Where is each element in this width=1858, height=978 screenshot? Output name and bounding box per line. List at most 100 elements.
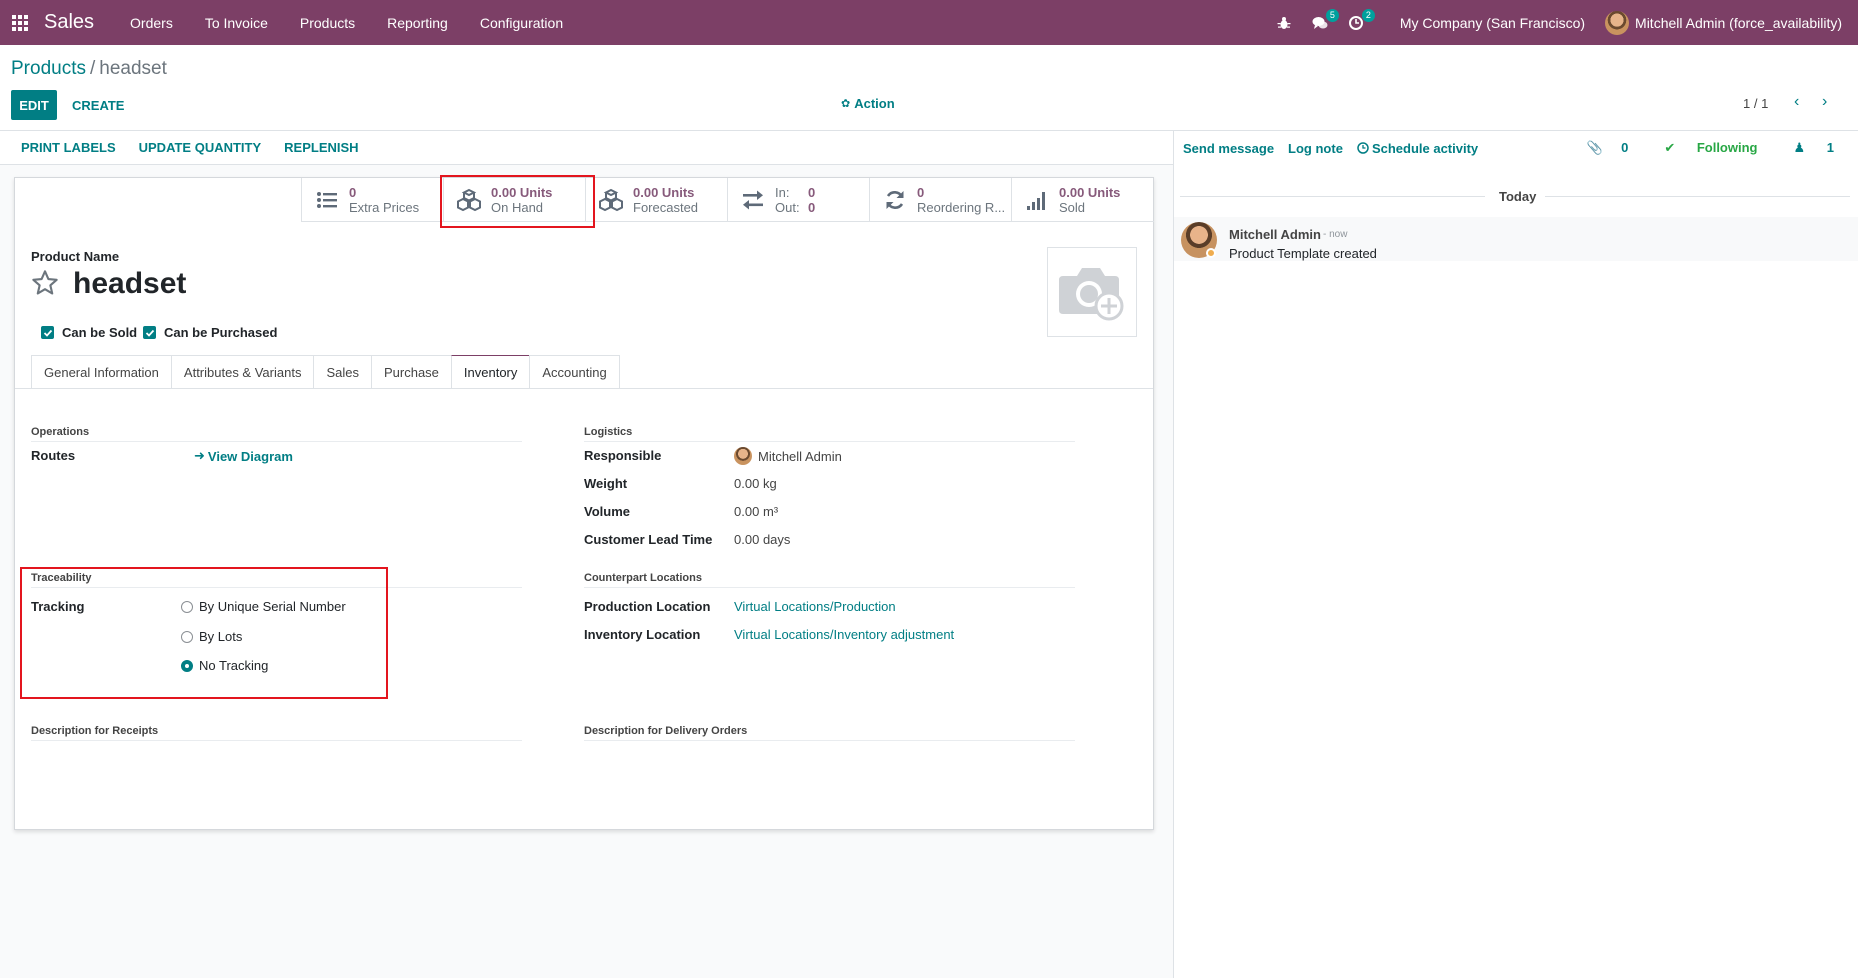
checkbox-checked-icon	[41, 326, 54, 339]
forecasted-smart-button[interactable]: 0.00 Units Forecasted	[585, 178, 727, 222]
tracking-lots-label: By Lots	[199, 629, 243, 644]
tracking-serial-radio[interactable]: By Unique Serial Number	[181, 599, 346, 614]
menu-orders[interactable]: Orders	[114, 0, 189, 45]
operations-divider	[31, 441, 522, 442]
messaging-icon[interactable]: 5	[1302, 0, 1339, 45]
log-note-button[interactable]: Log note	[1288, 141, 1343, 156]
view-diagram-button[interactable]: ➜ View Diagram	[194, 448, 293, 464]
message-author[interactable]: Mitchell Admin	[1229, 227, 1321, 242]
extra-prices-value: 0	[349, 185, 357, 200]
attachments-button[interactable]: 📎 0	[1587, 140, 1646, 156]
on-hand-smart-button[interactable]: 0.00 Units On Hand	[443, 178, 585, 222]
followers-button[interactable]: ♟ 1	[1793, 140, 1852, 156]
extra-prices-label: Extra Prices	[349, 200, 420, 215]
counterpart-divider	[584, 587, 1075, 588]
tabs-divider	[15, 388, 1153, 389]
tab-purchase[interactable]: Purchase	[370, 355, 452, 388]
tracking-lots-radio[interactable]: By Lots	[181, 629, 242, 644]
form-statusbar: PRINT LABELS UPDATE QUANTITY REPLENISH	[0, 131, 1173, 165]
product-name[interactable]: headset	[73, 267, 186, 301]
inventory-location-link[interactable]: Virtual Locations/Inventory adjustment	[734, 627, 954, 642]
reordering-value: 0	[917, 185, 925, 200]
tab-inventory[interactable]: Inventory	[450, 355, 531, 388]
volume-value: 0.00	[734, 504, 760, 519]
pager-value[interactable]: 1 / 1	[1743, 96, 1768, 111]
following-button[interactable]: ✔ Following	[1664, 140, 1775, 156]
list-icon	[314, 187, 340, 213]
user-name: Mitchell Admin (force_availability)	[1635, 14, 1842, 31]
breadcrumb-products[interactable]: Products	[11, 58, 86, 79]
print-labels-button[interactable]: PRINT LABELS	[21, 140, 116, 155]
extra-prices-smart-button[interactable]: 0 Extra Prices	[301, 178, 443, 222]
menu-to-invoice[interactable]: To Invoice	[189, 0, 284, 45]
out-label: Out:	[775, 200, 800, 215]
traceability-divider	[31, 587, 522, 588]
in-out-smart-button[interactable]: In: 0 Out: 0	[727, 178, 869, 222]
responsible-value: Mitchell Admin	[758, 448, 842, 464]
reordering-smart-button[interactable]: 0 Reordering R...	[869, 178, 1011, 222]
sold-value: 0.00 Units	[1059, 185, 1121, 200]
weight-field[interactable]: 0.00 kg	[734, 476, 777, 491]
reordering-label: Reordering R...	[917, 200, 1006, 215]
activity-clock-icon[interactable]: 2	[1338, 0, 1375, 45]
menu-configuration[interactable]: Configuration	[464, 0, 579, 45]
app-switcher-icon[interactable]	[0, 0, 40, 45]
lead-time-field[interactable]: 0.00 days	[734, 532, 790, 547]
today-divider-left	[1180, 196, 1485, 197]
exchange-icon	[740, 187, 766, 213]
traceability-title: Traceability	[31, 572, 92, 584]
action-menu[interactable]: ✿ Action	[841, 96, 895, 111]
app-name[interactable]: Sales	[44, 11, 94, 34]
edit-button[interactable]: EDIT	[11, 90, 57, 120]
on-hand-value: 0.00 Units	[491, 185, 553, 200]
radio-empty-icon	[181, 600, 193, 613]
can-be-purchased-checkbox[interactable]: Can be Purchased	[143, 325, 277, 340]
replenish-button[interactable]: REPLENISH	[284, 140, 358, 155]
debug-bug-icon[interactable]	[1266, 0, 1302, 45]
production-location-link[interactable]: Virtual Locations/Production	[734, 599, 896, 614]
send-message-button[interactable]: Send message	[1183, 141, 1274, 156]
volume-field[interactable]: 0.00 m³	[734, 504, 778, 519]
gear-icon: ✿	[841, 98, 851, 110]
schedule-activity-button[interactable]: Schedule activity	[1357, 141, 1478, 156]
can-be-sold-checkbox[interactable]: Can be Sold	[41, 325, 137, 340]
message-body: Product Template created	[1229, 246, 1377, 261]
notebook-tabs: General Information Attributes & Variant…	[31, 355, 620, 388]
forecasted-label: Forecasted	[633, 200, 699, 215]
update-quantity-button[interactable]: UPDATE QUANTITY	[139, 140, 262, 155]
tab-sales[interactable]: Sales	[313, 355, 372, 388]
activity-badge: 2	[1361, 9, 1375, 22]
tab-attributes-variants[interactable]: Attributes & Variants	[170, 355, 315, 388]
message-date: - now	[1323, 229, 1348, 240]
menu-reporting[interactable]: Reporting	[371, 0, 464, 45]
user-menu[interactable]: Mitchell Admin (force_availability)	[1605, 10, 1858, 35]
operations-title: Operations	[31, 426, 90, 438]
tab-general-information[interactable]: General Information	[31, 355, 172, 388]
create-button[interactable]: CREATE	[72, 90, 124, 120]
smart-buttons: 0 Extra Prices 0.00 Units On Hand 0.00 Uni…	[301, 178, 1154, 222]
inventory-location-label: Inventory Location	[584, 627, 701, 642]
arrow-right-icon: ➜	[194, 448, 205, 463]
weight-value: 0.00	[734, 476, 760, 491]
radio-selected-icon	[181, 659, 193, 672]
attachments-count: 0	[1621, 140, 1629, 155]
menu-products[interactable]: Products	[284, 0, 371, 45]
delivery-divider	[584, 740, 1075, 741]
tab-accounting[interactable]: Accounting	[529, 355, 620, 388]
pager-previous-icon[interactable]: ‹	[1794, 93, 1799, 111]
today-divider-right	[1545, 196, 1850, 197]
pager-next-icon[interactable]: ›	[1822, 93, 1827, 111]
product-image-upload[interactable]	[1047, 247, 1137, 337]
favorite-star-icon[interactable]	[31, 269, 59, 300]
tracking-none-label: No Tracking	[199, 658, 269, 673]
presence-away-icon	[1206, 248, 1216, 258]
tracking-none-radio[interactable]: No Tracking	[181, 658, 268, 673]
chatter-topbar: Send message Log note Schedule activity …	[1173, 131, 1858, 165]
following-label: Following	[1696, 140, 1758, 155]
company-switcher[interactable]: My Company (San Francisco)	[1374, 15, 1605, 31]
sold-smart-button[interactable]: 0.00 Units Sold	[1011, 178, 1153, 222]
tracking-serial-label: By Unique Serial Number	[199, 599, 346, 614]
breadcrumb-separator: /	[89, 58, 96, 79]
responsible-field[interactable]: Mitchell Admin	[734, 447, 842, 465]
production-location-label: Production Location	[584, 599, 711, 614]
